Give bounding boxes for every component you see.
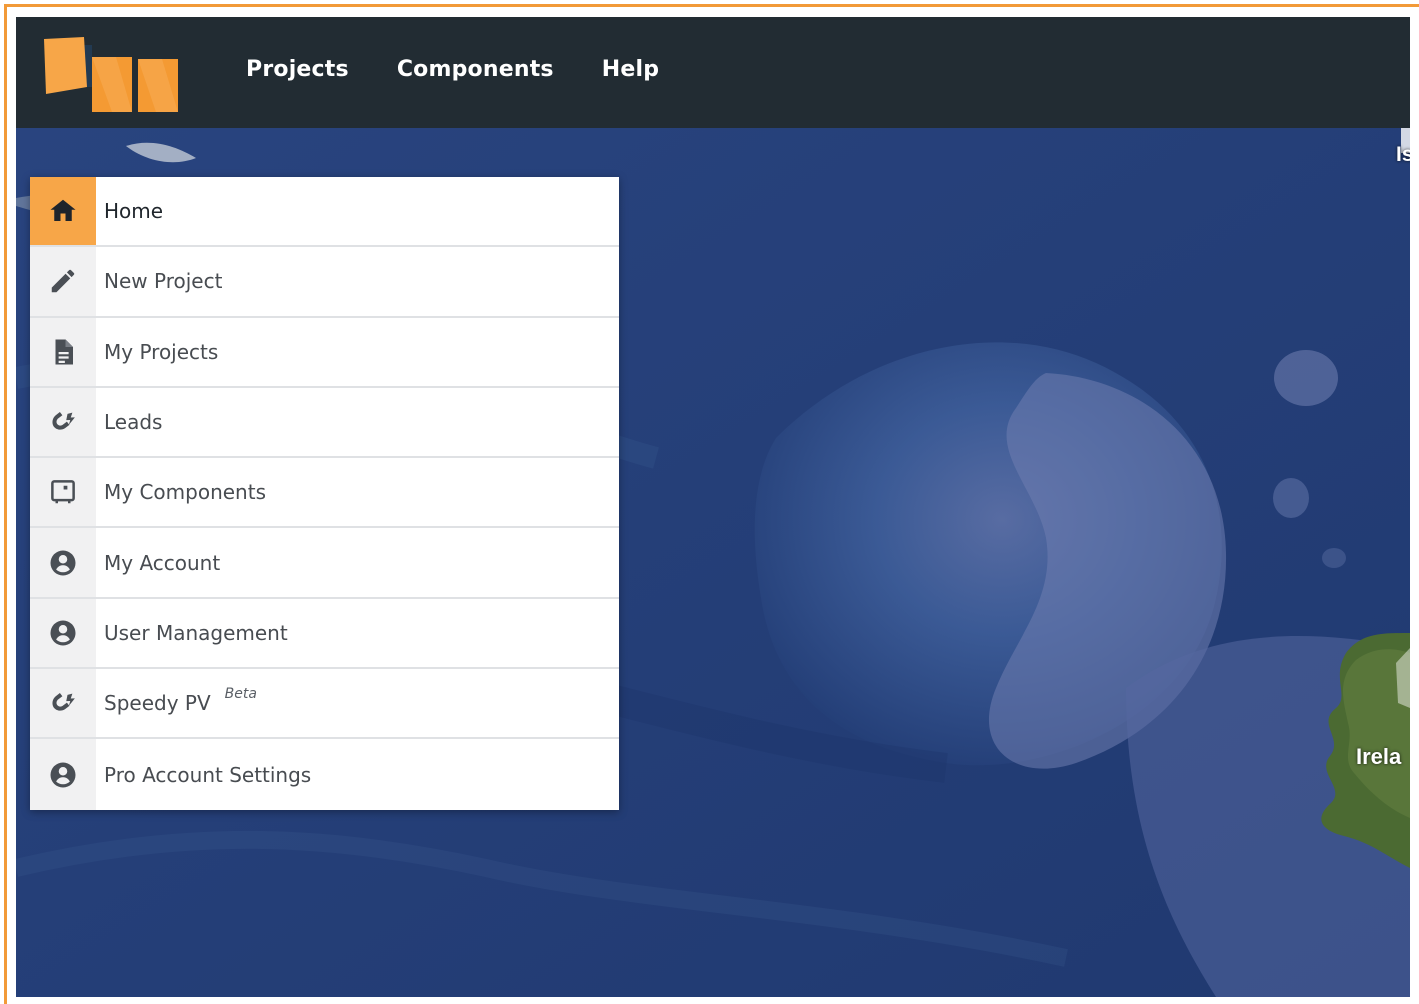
menu-label-leads: Leads [104, 410, 163, 435]
main-nav: Projects Components Help [246, 57, 659, 82]
menu-label-home: Home [104, 199, 164, 224]
menu-item-my-projects[interactable]: My Projects [30, 317, 619, 388]
document-icon [30, 317, 96, 386]
menu-label-pro-account-settings: Pro Account Settings [104, 762, 312, 787]
menu-item-user-management[interactable]: User Management [30, 598, 619, 670]
sidebar-menu: Home New Project My Projects Leads My Co… [30, 177, 619, 810]
map-label-ireland: Irela [1356, 744, 1402, 769]
home-icon [30, 177, 96, 246]
menu-item-pro-account-settings[interactable]: Pro Account Settings [30, 739, 619, 810]
menu-label-speedy-pv: Speedy PV [104, 691, 211, 716]
menu-item-new-project[interactable]: New Project [30, 247, 619, 318]
top-navigation-bar: Projects Components Help [16, 17, 1410, 128]
pencil-icon [30, 247, 96, 316]
menu-item-home[interactable]: Home [30, 177, 619, 248]
menu-item-my-account[interactable]: My Account [30, 528, 619, 599]
menu-label-my-projects: My Projects [104, 339, 219, 364]
menu-item-speedy-pv[interactable]: Speedy PV Beta [30, 669, 619, 740]
solar-panel-logo[interactable] [40, 37, 185, 117]
map-label-top-right: Is [1396, 143, 1410, 166]
user-icon [30, 528, 96, 597]
magnet-icon [30, 669, 96, 738]
menu-label-my-components: My Components [104, 480, 266, 505]
menu-label-my-account: My Account [104, 550, 221, 575]
app-shell: Projects Components Help Is Irela Home N… [16, 17, 1410, 997]
menu-item-my-components[interactable]: My Components [30, 458, 619, 529]
user-icon [30, 598, 96, 668]
beta-badge: Beta [224, 686, 257, 703]
magnet-icon [30, 387, 96, 457]
menu-item-leads[interactable]: Leads [30, 387, 619, 459]
nav-projects[interactable]: Projects [246, 57, 349, 82]
nav-help[interactable]: Help [602, 57, 659, 82]
nav-components[interactable]: Components [397, 57, 554, 82]
user-icon [30, 739, 96, 810]
menu-label-user-management: User Management [104, 620, 288, 645]
menu-label-new-project: New Project [104, 269, 223, 294]
component-icon [30, 458, 96, 527]
